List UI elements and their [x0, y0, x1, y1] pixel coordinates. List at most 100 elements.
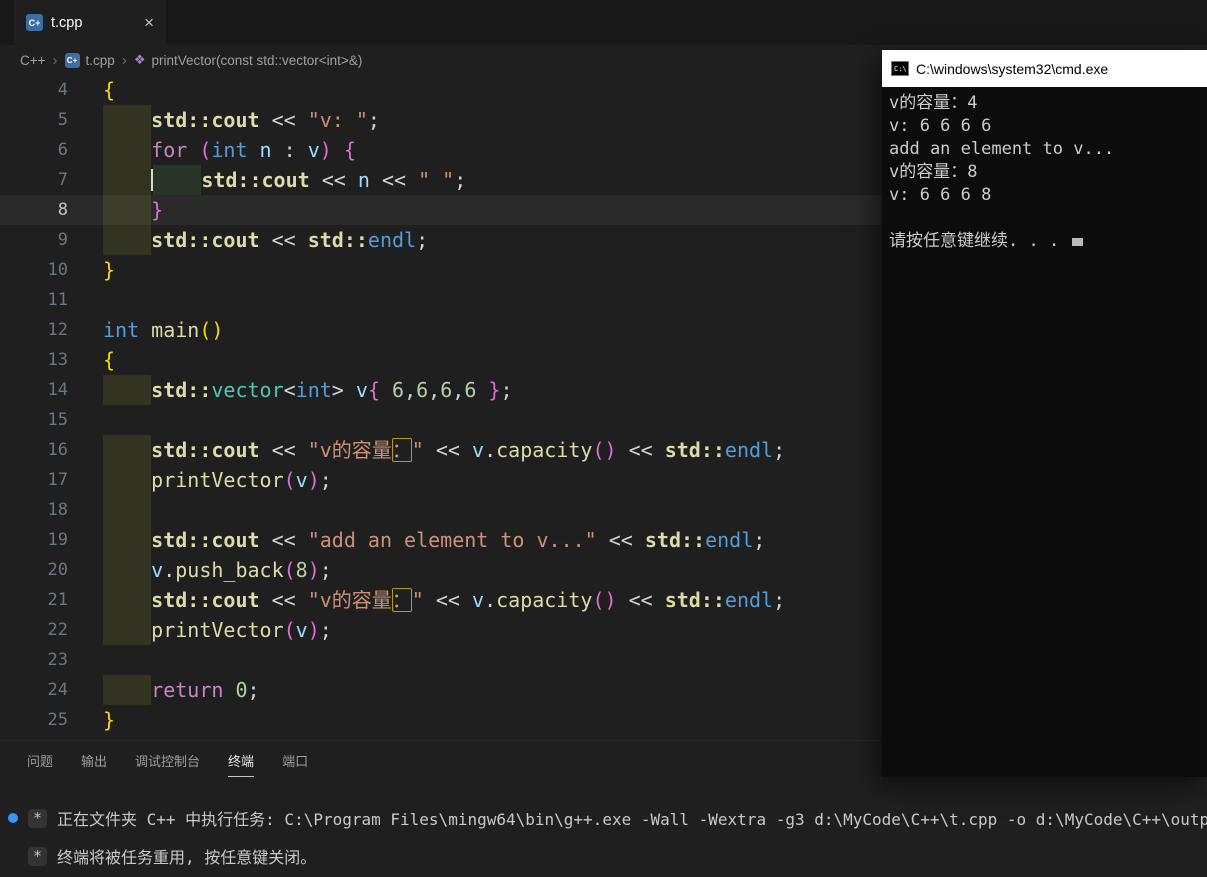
line-number[interactable]: 11 — [0, 285, 68, 315]
tab-tcpp[interactable]: C+ t.cpp × — [14, 0, 166, 45]
code-token: << — [260, 228, 308, 252]
line-number[interactable]: 5 — [0, 105, 68, 135]
code-token: ( — [199, 318, 211, 342]
line-number[interactable]: 13 — [0, 345, 68, 375]
breadcrumb-item[interactable]: C++ — [20, 53, 46, 68]
code-text: std::vector<int> v{ 6,6,6,6 }; — [103, 375, 513, 405]
cmd-output: v的容量：4v: 6 6 6 6add an element to v...v的… — [882, 87, 1207, 777]
code-token: " — [412, 438, 424, 462]
code-token: << — [597, 528, 645, 552]
code-token: << — [617, 438, 665, 462]
line-number[interactable]: 21 — [0, 585, 68, 615]
code-token: vector — [211, 378, 283, 402]
terminal-decoration-spacer — [8, 851, 18, 861]
line-number[interactable]: 7 — [0, 165, 68, 195]
code-token: v — [151, 558, 163, 582]
code-token: << — [260, 528, 308, 552]
line-number[interactable]: 6 — [0, 135, 68, 165]
code-token: > — [332, 378, 356, 402]
code-token: 6 — [416, 378, 428, 402]
code-token — [380, 378, 392, 402]
code-text: for (int n : v) { — [103, 135, 356, 165]
line-number[interactable]: 15 — [0, 405, 68, 435]
code-token: int — [296, 378, 332, 402]
code-text: v.push_back(8); — [103, 555, 332, 585]
code-text: } — [103, 195, 163, 225]
code-token — [248, 138, 260, 162]
line-number[interactable]: 9 — [0, 225, 68, 255]
cmd-window[interactable]: C:\ C:\windows\system32\cmd.exe v的容量：4v:… — [882, 50, 1207, 777]
code-token: } — [488, 378, 500, 402]
line-number[interactable]: 4 — [0, 75, 68, 105]
cpp-file-icon: C+ — [65, 53, 80, 68]
code-token: std::cout — [151, 438, 259, 462]
code-token: . — [484, 588, 496, 612]
code-token: main — [151, 318, 199, 342]
code-token: { — [103, 78, 115, 102]
code-token: std:: — [665, 588, 725, 612]
breadcrumb-item[interactable]: printVector(const std::vector<int>&) — [151, 53, 362, 68]
code-token: std::cout — [151, 228, 259, 252]
indent-guide — [103, 225, 151, 255]
code-token: . — [163, 558, 175, 582]
code-token: ( — [592, 588, 604, 612]
code-token: std::cout — [151, 108, 259, 132]
line-number[interactable]: 19 — [0, 525, 68, 555]
breadcrumb-item[interactable]: t.cpp — [86, 53, 115, 68]
cmd-title-text: C:\windows\system32\cmd.exe — [916, 61, 1108, 77]
code-token: ; — [416, 228, 428, 252]
code-token: int — [211, 138, 247, 162]
indent-guide — [103, 495, 151, 525]
close-icon[interactable]: × — [144, 13, 154, 33]
code-token: { — [344, 138, 356, 162]
line-number[interactable]: 16 — [0, 435, 68, 465]
indent-guide — [103, 525, 151, 555]
method-symbol-icon: ❖ — [134, 52, 146, 68]
code-text: std::cout << std::endl; — [103, 225, 428, 255]
panel-tab-ports[interactable]: 端口 — [282, 742, 308, 777]
code-token: std::cout — [151, 588, 259, 612]
code-token: ) — [604, 438, 616, 462]
cmd-titlebar[interactable]: C:\ C:\windows\system32\cmd.exe — [882, 50, 1207, 87]
line-number[interactable]: 18 — [0, 495, 68, 525]
panel-tab-output[interactable]: 输出 — [81, 742, 107, 777]
panel-tab-problems[interactable]: 问题 — [27, 742, 53, 777]
code-token — [223, 678, 235, 702]
code-token: v — [356, 378, 368, 402]
code-token: ; — [753, 528, 765, 552]
indent-guide — [103, 675, 151, 705]
line-number[interactable]: 14 — [0, 375, 68, 405]
line-number[interactable]: 8 — [0, 195, 68, 225]
panel-tab-debug-console[interactable]: 调试控制台 — [135, 742, 200, 777]
code-token — [476, 378, 488, 402]
code-text: std::cout << "v的容量：" << v.capacity() << … — [103, 435, 785, 465]
cmd-icon: C:\ — [891, 61, 909, 76]
line-number[interactable]: 24 — [0, 675, 68, 705]
code-token: << — [424, 438, 472, 462]
line-number[interactable]: 10 — [0, 255, 68, 285]
line-number[interactable]: 17 — [0, 465, 68, 495]
code-token: 0 — [235, 678, 247, 702]
cmd-output-line: 请按任意键继续. . . — [889, 230, 1200, 253]
code-token: v — [296, 618, 308, 642]
code-token: << — [370, 168, 418, 192]
code-token: endl — [725, 438, 773, 462]
code-token: printVector — [151, 468, 283, 492]
panel-tab-terminal[interactable]: 终端 — [228, 742, 254, 777]
line-number[interactable]: 22 — [0, 615, 68, 645]
indent-guide — [103, 555, 151, 585]
code-token: v — [296, 468, 308, 492]
code-text — [103, 495, 151, 525]
code-text: } — [103, 705, 115, 735]
cmd-output-line: v的容量：4 — [889, 92, 1200, 115]
code-token: n — [260, 138, 272, 162]
line-number[interactable]: 25 — [0, 705, 68, 735]
code-token: endl — [725, 588, 773, 612]
line-number[interactable]: 12 — [0, 315, 68, 345]
line-number[interactable]: 20 — [0, 555, 68, 585]
indent-guide — [103, 105, 151, 135]
code-token: "add an element to v..." — [308, 528, 597, 552]
terminal-output[interactable]: *正在文件夹 C++ 中执行任务: C:\Program Files\mingw… — [0, 777, 1207, 869]
line-number[interactable]: 23 — [0, 645, 68, 675]
code-token: << — [617, 588, 665, 612]
